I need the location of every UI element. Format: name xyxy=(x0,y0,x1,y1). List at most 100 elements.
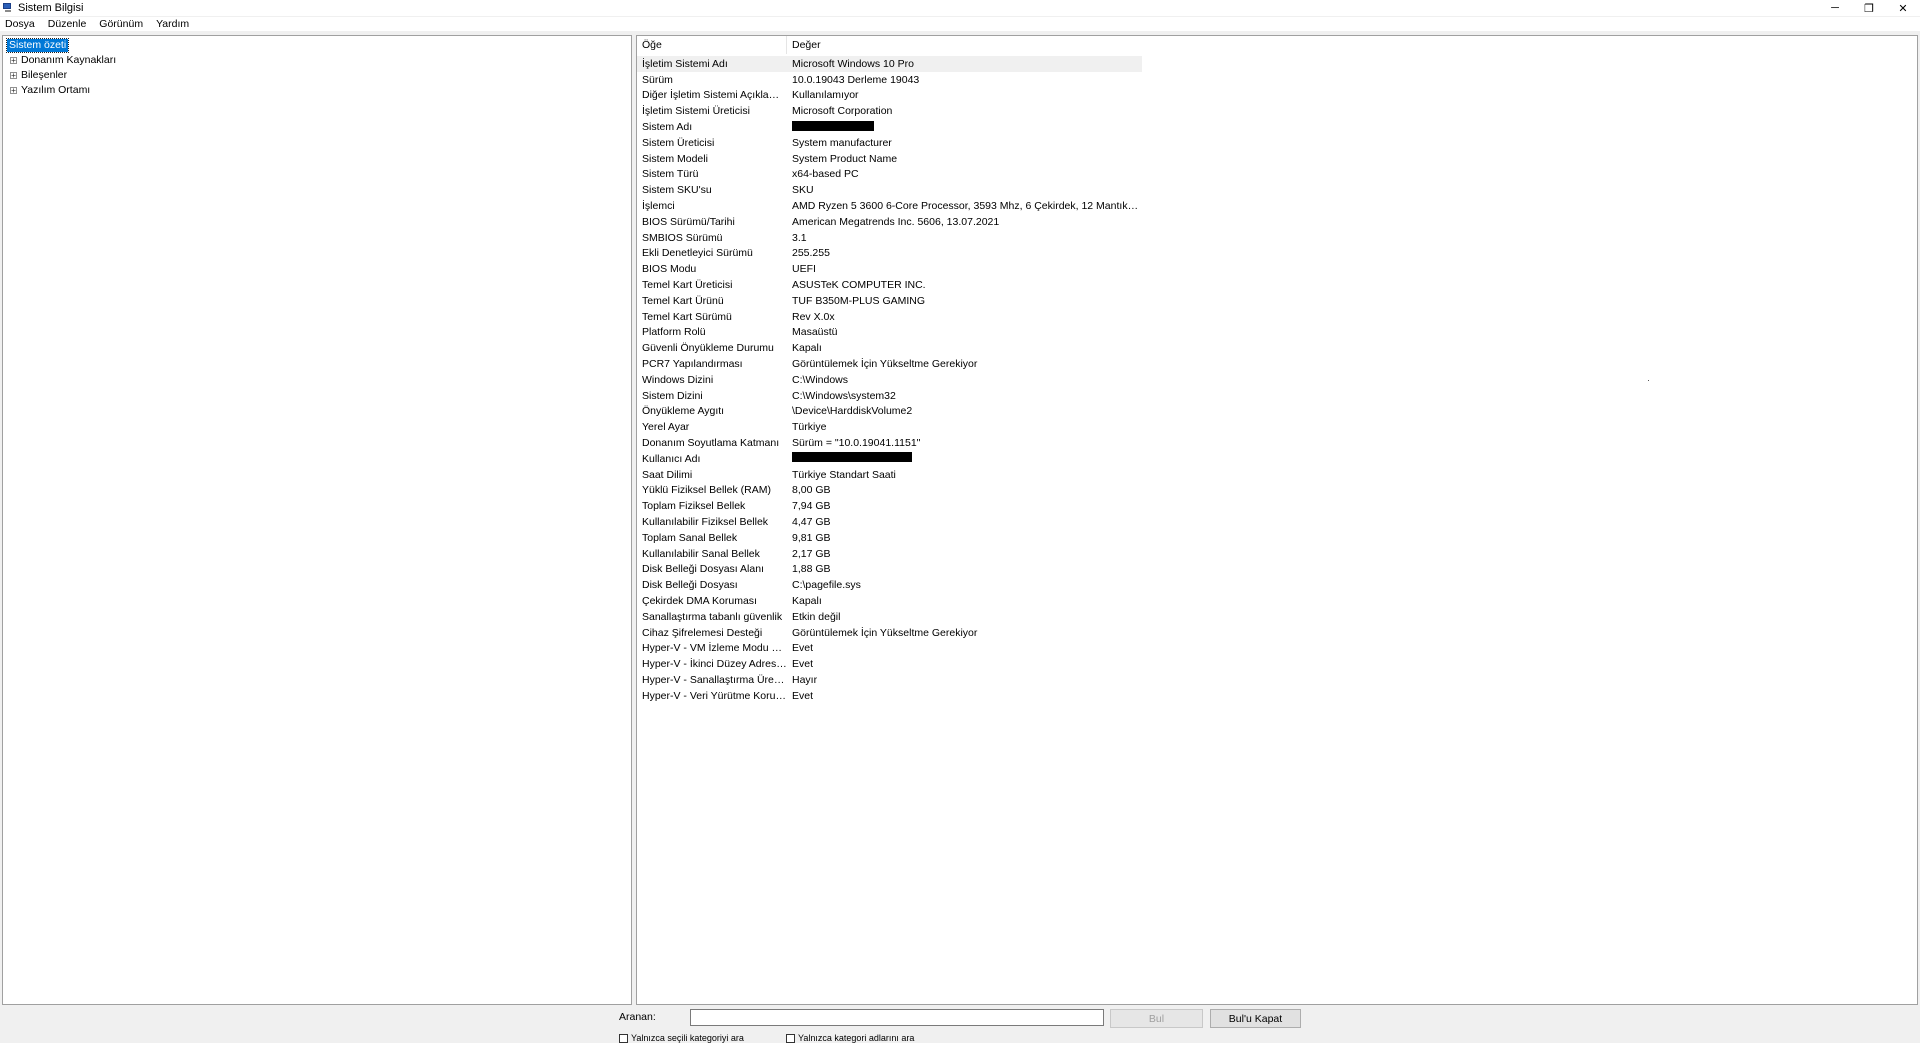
stray-pixel xyxy=(1648,380,1649,381)
list-row[interactable]: Kullanılabilir Fiziksel Bellek 4,47 GB xyxy=(637,514,1142,530)
row-value: Microsoft Windows 10 Pro xyxy=(792,57,914,70)
list-row[interactable]: Sistem Üreticisi System manufacturer xyxy=(637,135,1142,151)
list-row[interactable]: Çekirdek DMA Koruması Kapalı xyxy=(637,593,1142,609)
row-item: Sistem Türü xyxy=(642,168,699,181)
category-tree[interactable]: Sistem özeti + Donanım Kaynakları + Bile… xyxy=(2,35,632,1005)
row-value: x64-based PC xyxy=(792,168,859,181)
list-row[interactable]: Platform Rolü Masaüstü xyxy=(637,325,1142,341)
row-value: ASUSTeK COMPUTER INC. xyxy=(792,279,926,292)
list-row[interactable]: Sistem SKU'su SKU xyxy=(637,182,1142,198)
list-row[interactable]: Sanallaştırma tabanlı güvenlik Etkin deği… xyxy=(637,609,1142,625)
redaction-block xyxy=(792,120,874,131)
list-row[interactable]: Kullanıcı Adı xyxy=(637,451,1142,467)
list-row[interactable]: İşlemci AMD Ryzen 5 3600 6-Core Processor… xyxy=(637,198,1142,214)
row-value: AMD Ryzen 5 3600 6-Core Processor, 3593 … xyxy=(792,200,1142,213)
row-item: Önyükleme Aygıtı xyxy=(642,405,725,418)
search-category-names-checkbox[interactable] xyxy=(786,1033,795,1043)
menu-view[interactable]: Görünüm xyxy=(93,18,150,30)
row-item: Güvenli Önyükleme Durumu xyxy=(642,342,774,355)
row-item: İşlemci xyxy=(642,200,675,213)
menu-file[interactable]: Dosya xyxy=(0,18,42,30)
row-item: Kullanılabilir Sanal Bellek xyxy=(642,547,760,560)
list-row[interactable]: Ekli Denetleyici Sürümü 255.255 xyxy=(637,246,1142,262)
row-value: Türkiye Standart Saati xyxy=(792,468,896,481)
list-row[interactable]: Cihaz Şifrelemesi Desteği Görüntülemek İç… xyxy=(637,625,1142,641)
list-row[interactable]: BIOS Sürümü/Tarihi American Megatrends In… xyxy=(637,214,1142,230)
list-row[interactable]: Güvenli Önyükleme Durumu Kapalı xyxy=(637,340,1142,356)
tree-item-components[interactable]: + Bileşenler xyxy=(10,68,67,82)
search-selected-category-checkbox[interactable] xyxy=(619,1033,628,1043)
tree-item-system-summary[interactable]: Sistem özeti xyxy=(5,38,70,53)
details-list[interactable]: Öğe Değer İşletim Sistemi Adı Microsoft W… xyxy=(636,35,1918,1005)
row-item: Donanım Soyutlama Katmanı xyxy=(642,437,780,450)
search-category-names-option[interactable]: Yalnızca kategori adlarını ara xyxy=(786,1033,914,1043)
list-row[interactable]: Disk Belleği Dosyası Alanı 1,88 GB xyxy=(637,562,1142,578)
menu-bar: Dosya Düzenle Görünüm Yardım xyxy=(0,17,1920,31)
restore-button[interactable]: ❐ xyxy=(1852,0,1886,16)
row-item: Disk Belleği Dosyası Alanı xyxy=(642,563,764,576)
list-row[interactable]: Hyper-V - Sanallaştırma Üretici ... Hayır xyxy=(637,672,1142,688)
list-row[interactable]: SMBIOS Sürümü 3.1 xyxy=(637,230,1142,246)
row-item: Temel Kart Sürümü xyxy=(642,310,732,323)
list-row[interactable]: Önyükleme Aygıtı \Device\HarddiskVolume2 xyxy=(637,404,1142,420)
list-row[interactable]: Yüklü Fiziksel Bellek (RAM) 8,00 GB xyxy=(637,483,1142,499)
list-row[interactable]: Hyper-V - VM İzleme Modu Uz... Evet xyxy=(637,640,1142,656)
list-row[interactable]: Hyper-V - İkinci Düzey Adres Ç... Evet xyxy=(637,656,1142,672)
list-row[interactable]: Sürüm 10.0.19043 Derleme 19043 xyxy=(637,72,1142,88)
list-row[interactable]: PCR7 Yapılandırması Görüntülemek İçin Yük… xyxy=(637,356,1142,372)
row-value: TUF B350M-PLUS GAMING xyxy=(792,294,926,307)
menu-help[interactable]: Yardım xyxy=(150,18,196,30)
window-controls: ─ ❐ ✕ xyxy=(1818,0,1920,16)
menu-edit[interactable]: Düzenle xyxy=(42,18,94,30)
search-selected-category-option[interactable]: Yalnızca seçili kategoriyi ara xyxy=(619,1033,744,1043)
row-value: SKU xyxy=(792,184,814,197)
row-value: UEFI xyxy=(792,263,816,276)
column-header-value[interactable]: Değer xyxy=(787,36,1142,54)
list-header: Öğe Değer xyxy=(637,36,1142,54)
list-row[interactable]: Sistem Türü x64-based PC xyxy=(637,167,1142,183)
expand-icon[interactable]: + xyxy=(10,86,17,94)
column-header-item[interactable]: Öğe xyxy=(637,36,787,54)
row-item: Temel Kart Üreticisi xyxy=(642,279,733,292)
list-row[interactable]: Toplam Sanal Bellek 9,81 GB xyxy=(637,530,1142,546)
list-row[interactable]: Toplam Fiziksel Bellek 7,94 GB xyxy=(637,498,1142,514)
row-value: 3.1 xyxy=(792,231,807,244)
row-item: Hyper-V - İkinci Düzey Adres Ç... xyxy=(642,658,787,671)
row-value xyxy=(787,120,1142,134)
list-row[interactable]: Disk Belleği Dosyası C:\pagefile.sys xyxy=(637,577,1142,593)
list-row[interactable]: Temel Kart Sürümü Rev X.0x xyxy=(637,309,1142,325)
row-item: BIOS Modu xyxy=(642,263,697,276)
list-row[interactable]: İşletim Sistemi Üreticisi Microsoft Corpo… xyxy=(637,103,1142,119)
list-row[interactable]: Temel Kart Ürünü TUF B350M-PLUS GAMING xyxy=(637,293,1142,309)
minimize-button[interactable]: ─ xyxy=(1818,0,1852,16)
find-input[interactable] xyxy=(690,1009,1104,1026)
expand-icon[interactable]: + xyxy=(10,71,17,79)
list-row[interactable]: Sistem Dizini C:\Windows\system32 xyxy=(637,388,1142,404)
row-item: Sistem Üreticisi xyxy=(642,136,715,149)
list-row[interactable]: BIOS Modu UEFI xyxy=(637,261,1142,277)
expand-icon[interactable]: + xyxy=(10,56,17,64)
list-row[interactable]: Donanım Soyutlama Katmanı Sürüm = "10.0.1… xyxy=(637,435,1142,451)
row-item: Sistem Modeli xyxy=(642,152,708,165)
list-row[interactable]: İşletim Sistemi Adı Microsoft Windows 10 … xyxy=(637,56,1142,72)
search-category-names-label: Yalnızca kategori adlarını ara xyxy=(798,1033,915,1043)
close-find-button[interactable]: Bul'u Kapat xyxy=(1210,1009,1301,1028)
list-row[interactable]: Kullanılabilir Sanal Bellek 2,17 GB xyxy=(637,546,1142,562)
tree-item-software-environment[interactable]: + Yazılım Ortamı xyxy=(10,83,90,97)
row-item: Hyper-V - Veri Yürütme Korum... xyxy=(642,689,787,702)
find-button[interactable]: Bul xyxy=(1110,1009,1203,1028)
close-button[interactable]: ✕ xyxy=(1886,0,1920,16)
list-row[interactable]: Saat Dilimi Türkiye Standart Saati xyxy=(637,467,1142,483)
row-value: Evet xyxy=(792,658,814,671)
row-value: Evet xyxy=(792,642,814,655)
list-row[interactable]: Yerel Ayar Türkiye xyxy=(637,419,1142,435)
list-row[interactable]: Sistem Adı xyxy=(637,119,1142,135)
list-row[interactable]: Sistem Modeli System Product Name xyxy=(637,151,1142,167)
tree-item-hardware-resources[interactable]: + Donanım Kaynakları xyxy=(10,53,116,67)
list-row[interactable]: Diğer İşletim Sistemi Açıklaması Kullanıl… xyxy=(637,88,1142,104)
row-value: 1,88 GB xyxy=(792,563,831,576)
row-value: Masaüstü xyxy=(792,326,838,339)
list-row[interactable]: Hyper-V - Veri Yürütme Korum... Evet xyxy=(637,688,1142,704)
list-row[interactable]: Temel Kart Üreticisi ASUSTeK COMPUTER INC… xyxy=(637,277,1142,293)
list-row[interactable]: Windows Dizini C:\Windows xyxy=(637,372,1142,388)
